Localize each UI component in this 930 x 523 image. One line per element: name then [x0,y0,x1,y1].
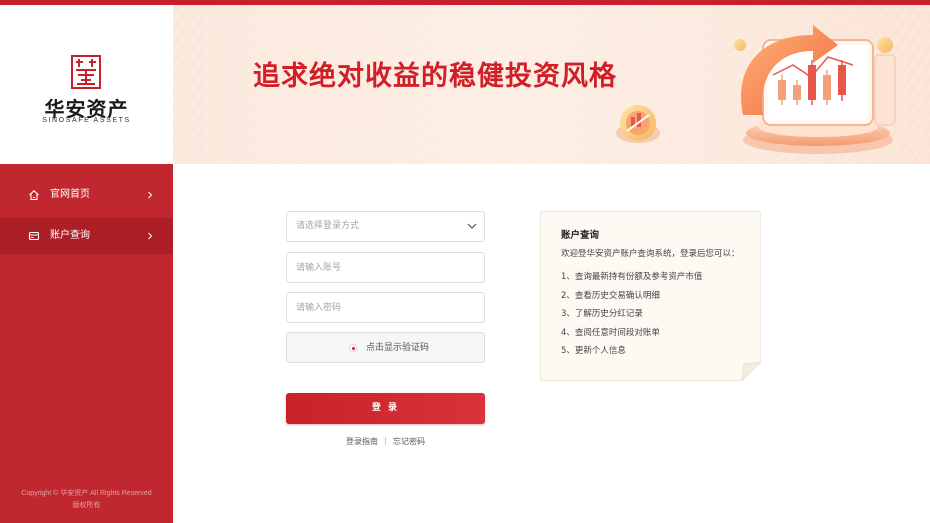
logo-area[interactable]: 华安资产 SINOSAFE ASSETS [0,5,173,164]
card-intro: 欢迎登华安资产账户查询系统，登录后您可以： [561,249,740,259]
copyright-line-2: 版权所有 [72,502,101,509]
chevron-down-icon[interactable] [467,222,477,230]
login-method-select[interactable]: 请选择登录方式 [286,211,485,242]
list-item: 4、查阅任意时间段对账单 [561,327,660,338]
brand-logo-icon [71,55,101,89]
investment-chart-illustration-icon [616,25,896,154]
captcha-label: 点击显示验证码 [366,343,430,353]
card-title: 账户查询 [561,230,600,241]
hero-banner: 追求绝对收益的稳健投资风格 [173,5,930,164]
list-item: 2、查看历史交易确认明细 [561,290,660,301]
feature-list: 1、查询最新持有份额及参考资产市值 2、查看历史交易确认明细 3、了解历史分红记… [561,272,702,365]
sidebar-item-label: 官网首页 [50,189,90,200]
show-captcha-button[interactable]: 点击显示验证码 [286,332,485,363]
sidebar: 官网首页 账户查询 Copyright © 华安资产 All Rights Re… [0,164,173,523]
password-input[interactable] [286,292,485,323]
banner-slogan: 追求绝对收益的稳健投资风格 [253,61,617,92]
sidebar-item-account-query[interactable]: 账户查询 [0,218,173,254]
brand-name-en: SINOSAFE ASSETS [42,117,131,124]
copyright: Copyright © 华安资产 All Rights Reserved 版权所… [0,488,173,512]
login-help-links: 登录指南 忘记密码 [286,437,485,447]
sidebar-item-label: 账户查询 [50,230,90,241]
chevron-right-icon [148,191,153,199]
captcha-radio-icon [349,344,357,352]
login-guide-link[interactable]: 登录指南 [346,437,378,446]
home-icon [29,190,39,201]
list-item: 3、了解历史分红记录 [561,309,643,319]
list-item: 5、更新个人信息 [561,346,626,356]
login-method-placeholder: 请选择登录方式 [296,221,360,231]
chevron-right-icon [148,232,153,240]
account-info-card: 账户查询 欢迎登华安资产账户查询系统，登录后您可以： 1、查询最新持有份额及参考… [540,211,761,381]
link-divider [385,437,386,445]
account-input[interactable] [286,252,485,283]
list-item: 1、查询最新持有份额及参考资产市值 [561,272,703,282]
sidebar-item-home[interactable]: 官网首页 [0,177,173,213]
copyright-line-1: Copyright © 华安资产 All Rights Reserved [21,490,152,497]
card-icon [28,231,40,241]
forgot-password-link[interactable]: 忘记密码 [393,437,425,446]
login-button[interactable]: 登 录 [286,393,485,424]
